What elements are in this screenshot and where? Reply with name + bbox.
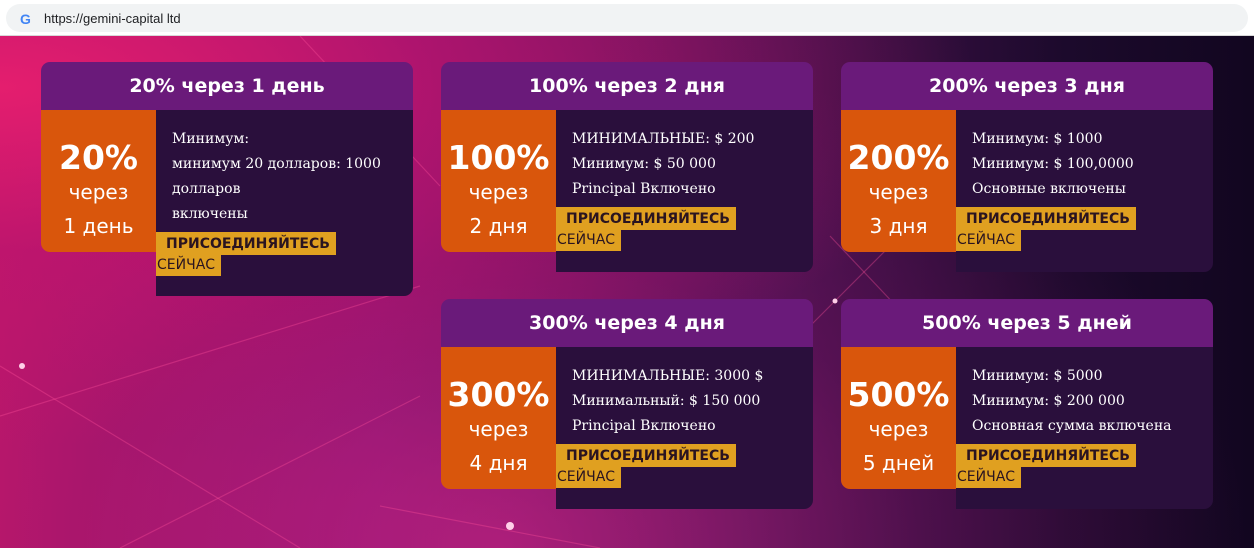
plan-title: 500% через 5 дней [841, 299, 1213, 347]
plan-detail-line: Минимум: $ 5000 [972, 368, 1103, 384]
join-now-button[interactable]: ПРИСОЕДИНЯЙТЕСЬ [156, 232, 336, 255]
plan-detail-line: Principal Включено [572, 418, 716, 434]
plan-badge: 20% через 1 день [41, 110, 156, 252]
plan-days: 3 дня [869, 214, 928, 238]
plan-details: МИНИМАЛЬНЫЕ: $ 200 Минимум: $ 50 000 Pri… [556, 110, 813, 272]
plan-detail-line: Минимальный: $ 150 000 [572, 393, 761, 409]
plan-days: 2 дня [469, 214, 528, 238]
plan-details: МИНИМАЛЬНЫЕ: 3000 $ Минимальный: $ 150 0… [556, 347, 813, 509]
plan-title: 200% через 3 дня [841, 62, 1213, 110]
plan-detail-line: Минимум: [172, 131, 250, 147]
plan-detail-line: Основные включены [972, 181, 1126, 197]
plan-percent: 200% [847, 138, 950, 177]
plan-via: через [868, 417, 929, 441]
plan-days: 4 дня [469, 451, 528, 475]
join-now-button-line2[interactable]: СЕЙЧАС [956, 230, 1022, 251]
plan-title: 100% через 2 дня [441, 62, 813, 110]
plan-via: через [68, 180, 129, 204]
join-now-button-line2[interactable]: СЕЙЧАС [156, 255, 222, 276]
browser-address-bar: G https://gemini-capital ltd [0, 0, 1254, 36]
join-now-button[interactable]: ПРИСОЕДИНЯЙТЕСЬ [556, 207, 736, 230]
join-now-button-line2[interactable]: СЕЙЧАС [956, 467, 1022, 488]
plan-via: через [468, 417, 529, 441]
plan-badge: 200% через 3 дня [841, 110, 956, 252]
plan-title: 20% через 1 день [41, 62, 413, 110]
plan-detail-line: Основная сумма включена [972, 418, 1172, 434]
plan-days: 1 день [63, 214, 134, 238]
plan-detail-line: МИНИМАЛЬНЫЕ: 3000 $ [572, 368, 764, 384]
plan-percent: 100% [447, 138, 550, 177]
plan-via: через [468, 180, 529, 204]
plan-badge: 500% через 5 дней [841, 347, 956, 489]
join-now-button[interactable]: ПРИСОЕДИНЯЙТЕСЬ [956, 207, 1136, 230]
plan-percent: 500% [847, 375, 950, 414]
plan-detail-line: МИНИМАЛЬНЫЕ: $ 200 [572, 131, 755, 147]
plan-title: 300% через 4 дня [441, 299, 813, 347]
plan-badge: 300% через 4 дня [441, 347, 556, 489]
plan-details: Минимум: $ 5000 Минимум: $ 200 000 Основ… [956, 347, 1213, 509]
plan-detail-line: минимум 20 долларов: 1000 [172, 156, 381, 172]
plan-detail-line: Principal Включено [572, 181, 716, 197]
plan-detail-line: Минимум: $ 200 000 [972, 393, 1125, 409]
plan-detail-line: включены [172, 206, 248, 222]
plan-detail-line: Минимум: $ 50 000 [572, 156, 716, 172]
join-now-button[interactable]: ПРИСОЕДИНЯЙТЕСЬ [956, 444, 1136, 467]
join-now-button-line2[interactable]: СЕЙЧАС [556, 230, 622, 251]
join-now-button-line2[interactable]: СЕЙЧАС [556, 467, 622, 488]
plan-via: через [868, 180, 929, 204]
plan-percent: 20% [59, 138, 138, 177]
plan-detail-line: Минимум: $ 100,0000 [972, 156, 1134, 172]
plan-days: 5 дней [862, 451, 935, 475]
plan-detail-line: долларов [172, 181, 241, 197]
plan-badge: 100% через 2 дня [441, 110, 556, 252]
plans-section: 20% через 1 день 20% через 1 день Миниму… [0, 36, 1254, 548]
plan-detail-line: Минимум: $ 1000 [972, 131, 1103, 147]
plan-details: Минимум: $ 1000 Минимум: $ 100,0000 Осно… [956, 110, 1213, 272]
google-icon: G [20, 11, 31, 27]
url-field[interactable]: G https://gemini-capital ltd [6, 4, 1248, 32]
url-text[interactable]: https://gemini-capital ltd [44, 12, 181, 26]
plan-details: Минимум: минимум 20 долларов: 1000 долла… [156, 110, 413, 296]
plan-percent: 300% [447, 375, 550, 414]
join-now-button[interactable]: ПРИСОЕДИНЯЙТЕСЬ [556, 444, 736, 467]
